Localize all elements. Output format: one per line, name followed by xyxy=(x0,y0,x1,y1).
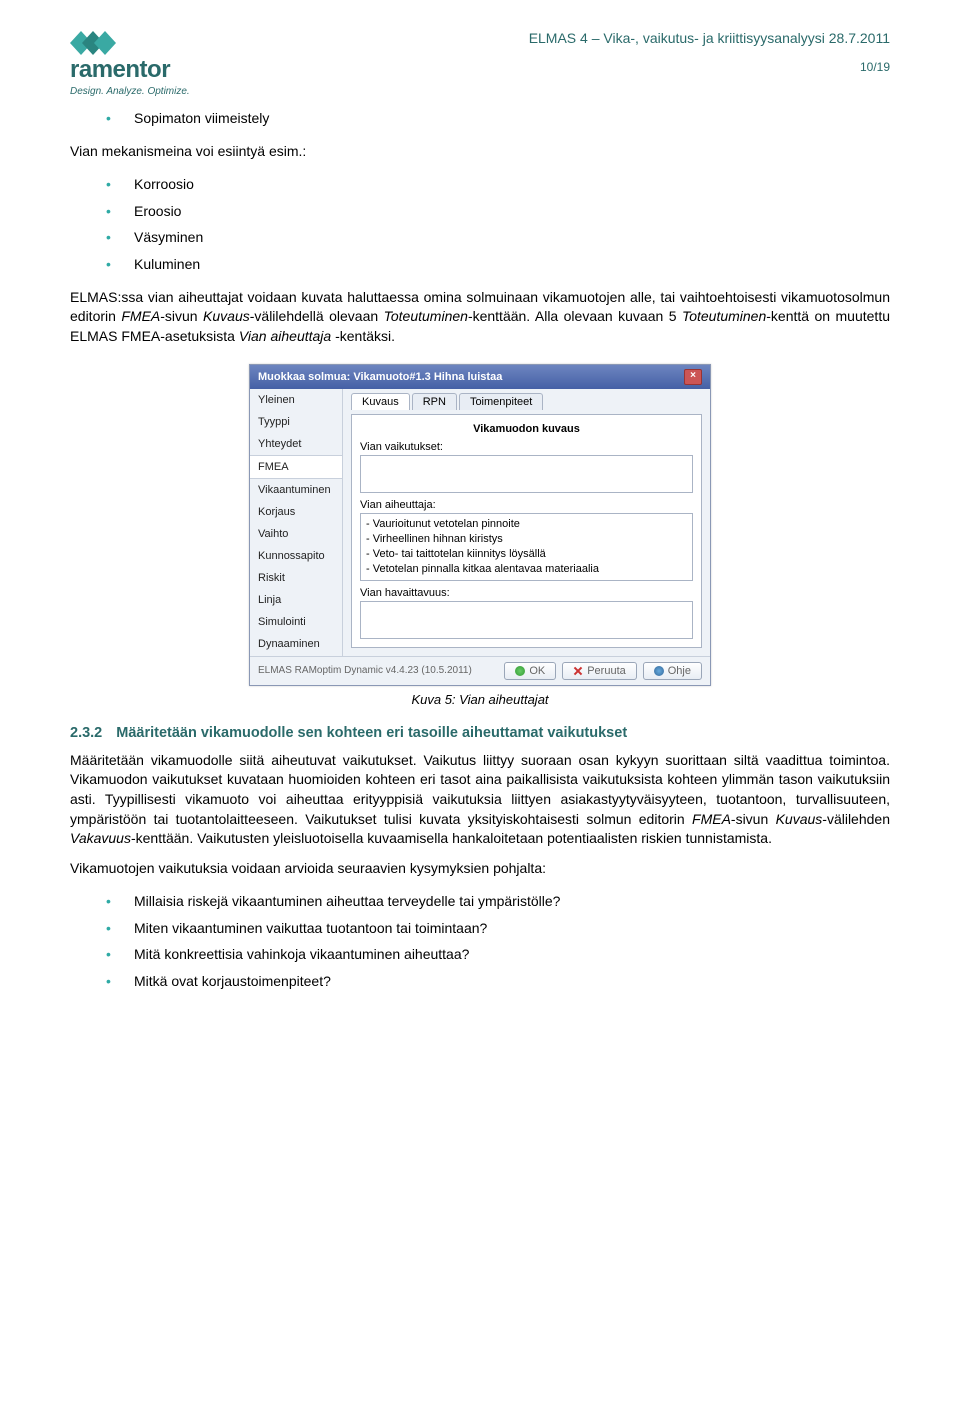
bullet-list-3: Millaisia riskejä vikaantuminen aiheutta… xyxy=(70,888,890,994)
t: FMEA xyxy=(121,308,160,324)
cancel-button[interactable]: Peruuta xyxy=(562,662,637,680)
tab-toimenpiteet[interactable]: Toimenpiteet xyxy=(459,393,543,410)
sidebar-item[interactable]: Linja xyxy=(250,589,342,611)
list-item: Kuluminen xyxy=(106,251,890,278)
t: Kuvaus xyxy=(776,811,823,827)
dialog-titlebar: Muokkaa solmua: Vikamuoto#1.3 Hihna luis… xyxy=(250,365,710,389)
footer-version: ELMAS RAMoptim Dynamic v4.4.23 (10.5.201… xyxy=(258,665,472,676)
sidebar-item[interactable]: Riskit xyxy=(250,567,342,589)
dialog-tabs: Kuvaus RPN Toimenpiteet xyxy=(351,393,702,410)
pane-heading: Vikamuodon kuvaus xyxy=(360,423,693,435)
page-number: 10/19 xyxy=(230,60,890,74)
t: -sivun xyxy=(160,308,203,324)
dialog-footer: ELMAS RAMoptim Dynamic v4.4.23 (10.5.201… xyxy=(250,656,710,685)
t: Toteutuminen xyxy=(682,308,766,324)
cause-line: - Vaurioitunut vetotelan pinnoite xyxy=(366,517,687,532)
label-effects: Vian vaikutukset: xyxy=(360,441,693,453)
bullet-list-2: Korroosio Eroosio Väsyminen Kuluminen xyxy=(70,171,890,277)
detect-textarea[interactable] xyxy=(360,601,693,639)
close-icon[interactable]: × xyxy=(684,369,702,385)
sidebar-item[interactable]: Yhteydet xyxy=(250,433,342,455)
label-detect: Vian havaittavuus: xyxy=(360,587,693,599)
doc-title: ELMAS 4 – Vika-, vaikutus- ja kriittisyy… xyxy=(230,30,890,46)
sidebar-item[interactable]: Dynaaminen xyxy=(250,633,342,655)
list-item: Miten vikaantuminen vaikuttaa tuotantoon… xyxy=(106,915,890,942)
t: -välilehden xyxy=(822,811,890,827)
sidebar-item[interactable]: Simulointi xyxy=(250,611,342,633)
t: -välilehdellä olevaan xyxy=(250,308,384,324)
heading-2-3-2: 2.3.2 Määritetään vikamuodolle sen kohtee… xyxy=(70,725,890,741)
dialog-figure: Muokkaa solmua: Vikamuoto#1.3 Hihna luis… xyxy=(70,364,890,685)
list-item: Mitkä ovat korjaustoimenpiteet? xyxy=(106,968,890,995)
dialog-content: Kuvaus RPN Toimenpiteet Vikamuodon kuvau… xyxy=(343,389,710,655)
cause-line: - Vetotelan pinnalla kitkaa alentavaa ma… xyxy=(366,562,687,577)
paragraph-questions-intro: Vikamuotojen vaikutuksia voidaan arvioid… xyxy=(70,859,890,879)
t: -kenttään. Alla olevaan kuvaan 5 xyxy=(468,308,682,324)
list-item: Eroosio xyxy=(106,198,890,225)
btn-label: OK xyxy=(529,665,545,677)
effects-textarea[interactable] xyxy=(360,455,693,493)
check-icon xyxy=(515,666,525,676)
btn-label: Ohje xyxy=(668,665,691,677)
sidebar-item[interactable]: Vikaantuminen xyxy=(250,479,342,501)
dialog-window: Muokkaa solmua: Vikamuoto#1.3 Hihna luis… xyxy=(249,364,711,685)
dialog-title-text: Muokkaa solmua: Vikamuoto#1.3 Hihna luis… xyxy=(258,371,502,383)
tab-rpn[interactable]: RPN xyxy=(412,393,457,410)
bullet-list-1: Sopimaton viimeistely xyxy=(70,105,890,132)
tab-kuvaus[interactable]: Kuvaus xyxy=(351,393,410,410)
cause-line: - Veto- tai taittotelan kiinnitys löysäl… xyxy=(366,547,687,562)
sidebar-item[interactable]: Kunnossapito xyxy=(250,545,342,567)
label-cause: Vian aiheuttaja: xyxy=(360,499,693,511)
t: Vian aiheuttaja xyxy=(239,328,331,344)
heading-text: Määritetään vikamuodolle sen kohteen eri… xyxy=(116,725,627,741)
btn-label: Peruuta xyxy=(587,665,626,677)
list-item: Sopimaton viimeistely xyxy=(106,105,890,132)
list-item: Mitä konkreettisia vahinkoja vikaantumin… xyxy=(106,941,890,968)
t: -sivun xyxy=(731,811,776,827)
t: Toteutuminen xyxy=(384,308,468,324)
t: -kenttään. Vaikutusten yleisluotoisella … xyxy=(131,830,772,846)
ok-button[interactable]: OK xyxy=(504,662,556,680)
dialog-pane: Vikamuodon kuvaus Vian vaikutukset: Vian… xyxy=(351,414,702,647)
paragraph-elmas-cause: ELMAS:ssa vian aiheuttajat voidaan kuvat… xyxy=(70,288,890,347)
sidebar-item[interactable]: Korjaus xyxy=(250,501,342,523)
dialog-sidebar: Yleinen Tyyppi Yhteydet FMEA Vikaantumin… xyxy=(250,389,343,655)
cause-textarea[interactable]: - Vaurioitunut vetotelan pinnoite - Virh… xyxy=(360,513,693,580)
sidebar-item[interactable]: Tyyppi xyxy=(250,411,342,433)
list-item: Väsyminen xyxy=(106,224,890,251)
cause-line: - Virheellinen hihnan kiristys xyxy=(366,532,687,547)
list-item: Millaisia riskejä vikaantuminen aiheutta… xyxy=(106,888,890,915)
t: FMEA xyxy=(692,811,731,827)
sidebar-item[interactable]: Yleinen xyxy=(250,389,342,411)
logo-icon xyxy=(70,30,116,56)
help-button[interactable]: Ohje xyxy=(643,662,702,680)
logo-name: ramentor xyxy=(70,56,230,84)
t: -kentäksi. xyxy=(331,328,395,344)
sidebar-item[interactable]: Vaihto xyxy=(250,523,342,545)
figure-caption: Kuva 5: Vian aiheuttajat xyxy=(70,692,890,707)
logo-tagline: Design. Analyze. Optimize. xyxy=(70,86,230,97)
page-header: ramentor Design. Analyze. Optimize. ELMA… xyxy=(70,30,890,97)
heading-number: 2.3.2 xyxy=(70,725,102,741)
intro-text: Vian mekanismeina voi esiintyä esim.: xyxy=(70,142,890,162)
t: Kuvaus xyxy=(203,308,250,324)
cancel-icon xyxy=(573,666,583,676)
list-item: Korroosio xyxy=(106,171,890,198)
document-page: ramentor Design. Analyze. Optimize. ELMA… xyxy=(0,0,960,1043)
sidebar-item-fmea[interactable]: FMEA xyxy=(250,455,342,479)
paragraph-effects-desc: Määritetään vikamuodolle siitä aiheutuva… xyxy=(70,751,890,849)
t: Vakavuus xyxy=(70,830,131,846)
logo: ramentor Design. Analyze. Optimize. xyxy=(70,30,230,97)
help-icon xyxy=(654,666,664,676)
